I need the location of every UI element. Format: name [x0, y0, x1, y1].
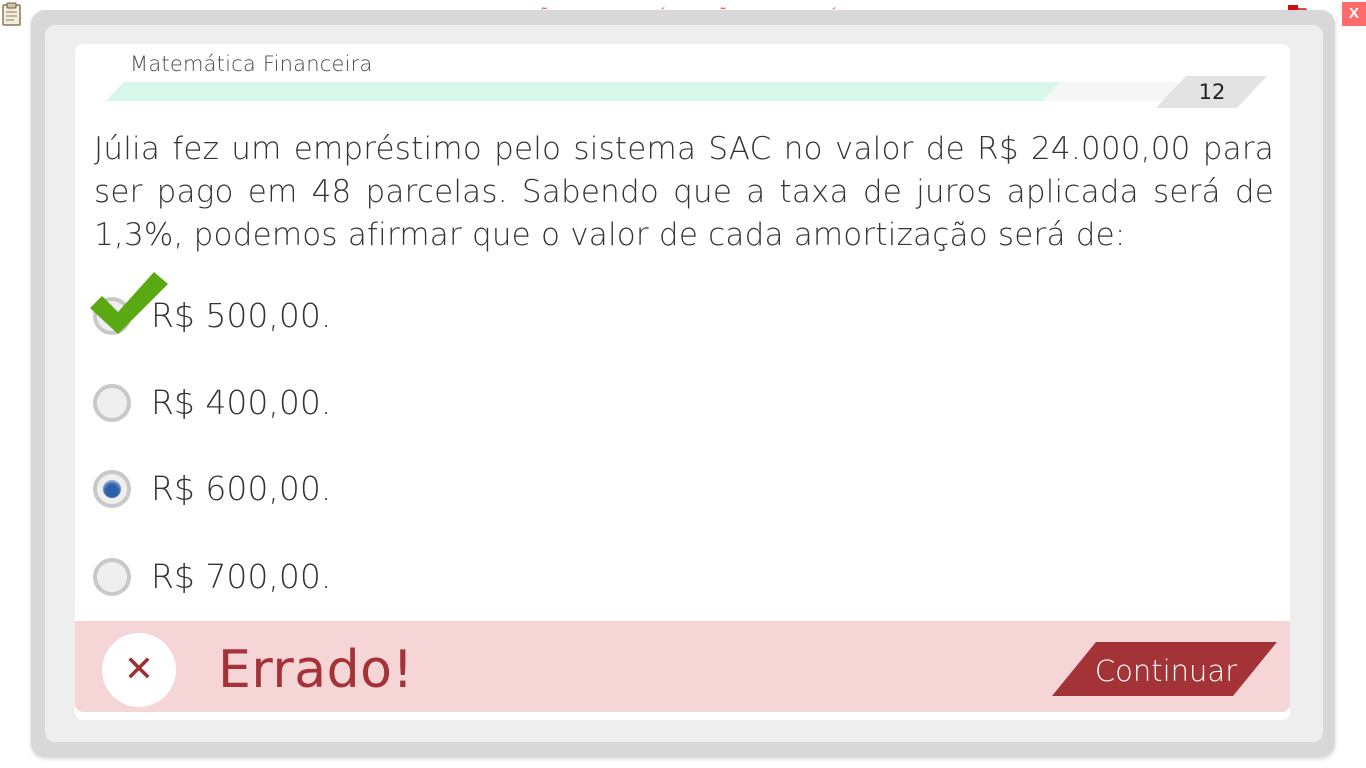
option-label: R$ 600,00. — [151, 469, 332, 508]
clipboard-icon[interactable] — [1, 2, 23, 26]
option-2[interactable]: R$ 400,00. — [93, 381, 493, 431]
progress-bar — [106, 82, 1060, 101]
radio-button[interactable] — [93, 384, 131, 422]
question-number: 12 — [1198, 80, 1226, 104]
checkmark-icon — [86, 268, 170, 338]
close-button[interactable]: X — [1342, 2, 1366, 26]
option-label: R$ 700,00. — [151, 557, 332, 596]
feedback-title: Errado! — [218, 640, 414, 700]
question-text: Júlia fez um empréstimo pelo sistema SAC… — [94, 131, 1274, 253]
continue-button-label[interactable]: Continuar — [1090, 646, 1242, 696]
radio-button-selected[interactable] — [93, 470, 131, 508]
option-3[interactable]: R$ 600,00. — [93, 467, 493, 517]
option-label: R$ 400,00. — [151, 383, 332, 422]
radio-button[interactable] — [93, 558, 131, 596]
x-icon: ✕ — [123, 649, 155, 690]
option-label: R$ 500,00. — [151, 296, 332, 335]
subject-title: Matemática Financeira — [130, 52, 373, 76]
option-4[interactable]: R$ 700,00. — [93, 555, 493, 605]
